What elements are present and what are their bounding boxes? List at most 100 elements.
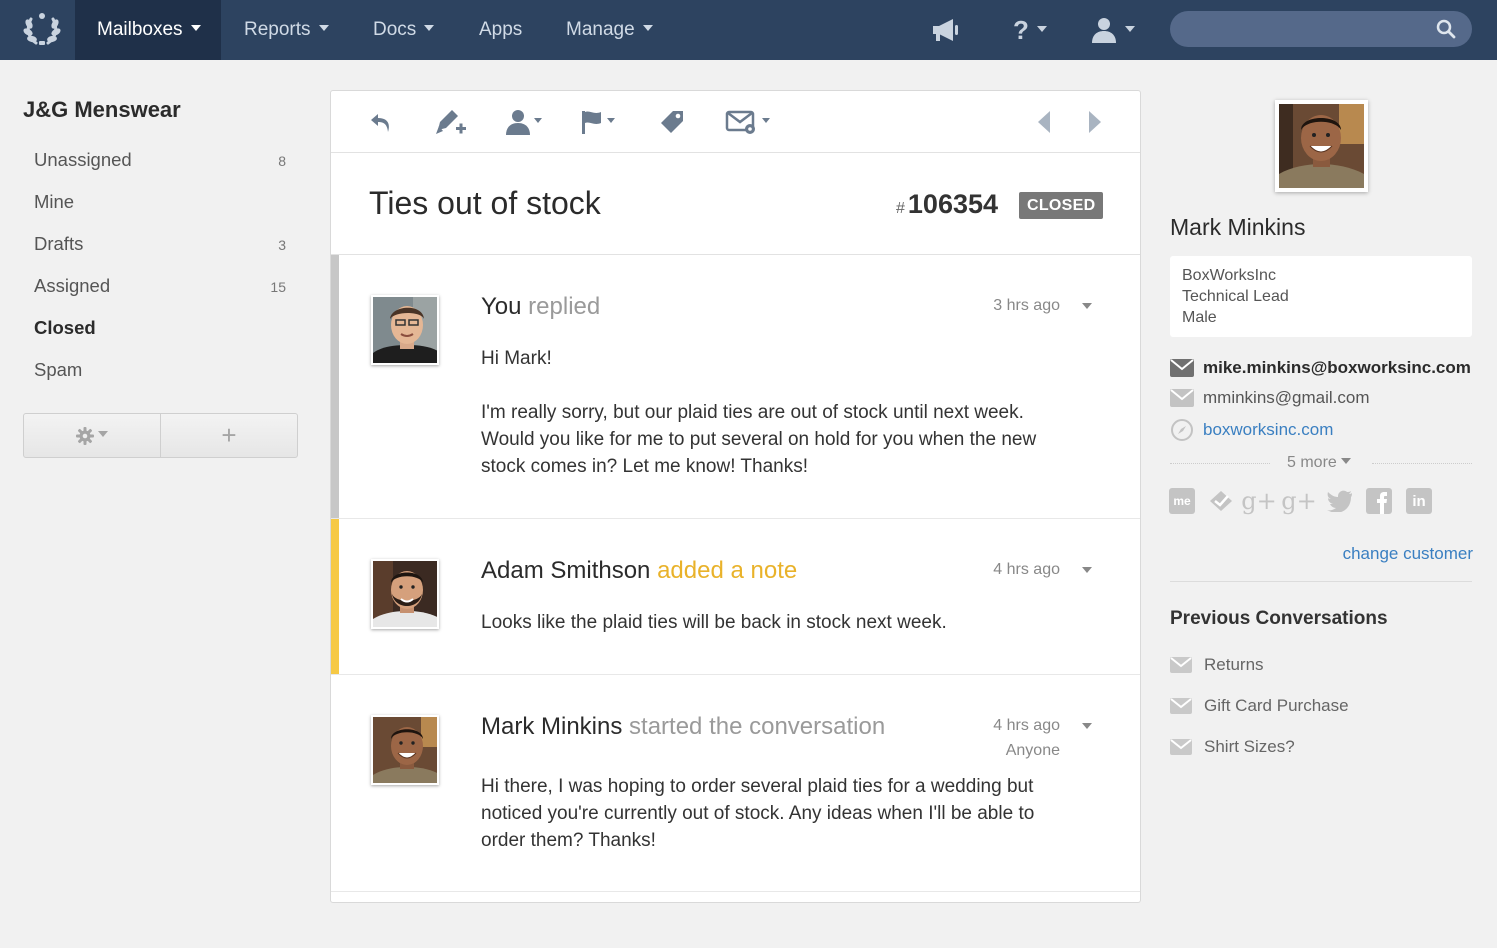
conversation-panel: Ties out of stock #106354 CLOSED You rep… bbox=[330, 90, 1141, 903]
google-plus-icon[interactable]: g+ bbox=[1241, 487, 1276, 515]
folder-count: 15 bbox=[270, 279, 286, 295]
thread-menu-caret-icon[interactable] bbox=[1082, 723, 1092, 729]
mailbox-settings-button[interactable] bbox=[24, 414, 161, 457]
nav-docs-label: Docs bbox=[373, 19, 417, 40]
flag-button[interactable] bbox=[580, 108, 615, 136]
folder-assigned[interactable]: Assigned 15 bbox=[34, 275, 289, 297]
search-box[interactable] bbox=[1170, 11, 1472, 47]
thread-menu-caret-icon[interactable] bbox=[1082, 303, 1092, 309]
facebook-icon[interactable] bbox=[1366, 488, 1392, 514]
previous-conversation-button[interactable] bbox=[1034, 108, 1054, 136]
chevron-down-icon bbox=[534, 118, 542, 123]
next-conversation-button[interactable] bbox=[1085, 108, 1105, 136]
tag-button[interactable] bbox=[659, 108, 685, 136]
google-plus-alt-label: g+ bbox=[1281, 487, 1317, 515]
customer-title: Technical Lead bbox=[1182, 288, 1289, 305]
aboutme-label: me bbox=[1173, 494, 1191, 508]
user-menu[interactable] bbox=[1091, 0, 1135, 60]
status-badge[interactable]: CLOSED bbox=[1019, 192, 1104, 219]
chevron-down-icon bbox=[424, 25, 435, 32]
thread-action: added a note bbox=[657, 557, 798, 584]
folder-label: Mine bbox=[34, 191, 75, 212]
nav-manage[interactable]: Manage bbox=[566, 0, 653, 60]
thread-author-line: You replied bbox=[481, 293, 600, 321]
nav-reports[interactable]: Reports bbox=[244, 0, 329, 60]
thread-time: 4 hrs ago Anyone bbox=[993, 717, 1060, 760]
customer-avatar[interactable] bbox=[1275, 100, 1368, 192]
message-paragraph: I'm really sorry, but our plaid ties are… bbox=[481, 402, 1037, 477]
megaphone-icon[interactable] bbox=[931, 0, 961, 60]
help-icon: ? bbox=[1013, 14, 1029, 45]
add-note-button[interactable] bbox=[434, 108, 466, 136]
more-profiles-button[interactable]: 5 more bbox=[1287, 454, 1351, 472]
nav-docs[interactable]: Docs bbox=[373, 0, 435, 60]
envelope-icon bbox=[1170, 389, 1194, 407]
avatar bbox=[371, 715, 439, 785]
customer-name[interactable]: Mark Minkins bbox=[1170, 214, 1305, 241]
customer-details-card: BoxWorksInc Technical Lead Male bbox=[1170, 256, 1472, 337]
reply-button[interactable] bbox=[369, 108, 393, 136]
linkedin-icon[interactable]: in bbox=[1406, 488, 1432, 514]
search-icon[interactable] bbox=[1436, 19, 1456, 39]
primary-email-row[interactable]: mike.minkins@boxworksinc.com bbox=[1170, 358, 1471, 378]
dotted-divider bbox=[1170, 463, 1270, 464]
thread-time-value: 4 hrs ago bbox=[993, 717, 1060, 734]
previous-conversation-item[interactable]: Gift Card Purchase bbox=[1170, 696, 1349, 716]
previous-conversation-item[interactable]: Shirt Sizes? bbox=[1170, 737, 1295, 757]
laurel-logo-icon[interactable] bbox=[22, 10, 62, 50]
change-customer-link[interactable]: change customer bbox=[1300, 544, 1473, 564]
envelope-icon bbox=[1170, 698, 1192, 714]
folder-spam[interactable]: Spam bbox=[34, 359, 289, 381]
more-profiles-row: 5 more bbox=[1170, 454, 1472, 474]
assign-button[interactable] bbox=[505, 108, 542, 136]
folder-closed[interactable]: Closed bbox=[34, 317, 289, 339]
nav-apps-label: Apps bbox=[479, 19, 523, 40]
secondary-email-row[interactable]: mminkins@gmail.com bbox=[1170, 388, 1370, 408]
thread-indicator-bar bbox=[331, 255, 339, 518]
thread-menu-caret-icon[interactable] bbox=[1082, 567, 1092, 573]
chevron-down-icon bbox=[607, 118, 615, 123]
folder-label: Closed bbox=[34, 317, 96, 338]
compass-icon bbox=[1171, 419, 1193, 441]
customer-gender: Male bbox=[1182, 309, 1217, 326]
plus-icon: + bbox=[221, 420, 237, 450]
email-settings-button[interactable] bbox=[725, 108, 770, 136]
primary-email: mike.minkins@boxworksinc.com bbox=[1203, 358, 1471, 377]
google-plus-label: g+ bbox=[1241, 487, 1277, 515]
customer-company: BoxWorksInc bbox=[1182, 267, 1276, 284]
avatar bbox=[371, 559, 439, 629]
folder-unassigned[interactable]: Unassigned 8 bbox=[34, 149, 289, 171]
klout-icon[interactable] bbox=[1208, 488, 1234, 514]
thread-body: Hi Mark! I'm really sorry, but our plaid… bbox=[481, 345, 1071, 480]
aboutme-icon[interactable]: me bbox=[1169, 488, 1195, 514]
ticket-number: #106354 bbox=[896, 189, 998, 220]
user-icon bbox=[1092, 18, 1116, 43]
previous-conversation-label: Gift Card Purchase bbox=[1204, 696, 1349, 715]
chevron-down-icon bbox=[1340, 458, 1351, 465]
help-menu[interactable]: ? bbox=[1013, 0, 1047, 60]
flag-icon bbox=[582, 111, 601, 134]
search-input[interactable] bbox=[1170, 11, 1472, 47]
website-link: boxworksinc.com bbox=[1203, 420, 1334, 439]
folder-drafts[interactable]: Drafts 3 bbox=[34, 233, 289, 255]
add-mailbox-button[interactable]: + bbox=[161, 414, 297, 457]
twitter-icon[interactable] bbox=[1327, 488, 1353, 514]
folder-label: Drafts bbox=[34, 233, 84, 254]
thread-author-line: Mark Minkins started the conversation bbox=[481, 713, 885, 741]
nav-apps[interactable]: Apps bbox=[479, 0, 522, 60]
nav-mailboxes[interactable]: Mailboxes bbox=[75, 0, 221, 60]
envelope-icon bbox=[1170, 739, 1192, 755]
sidebar-divider bbox=[1170, 581, 1472, 582]
message-paragraph: Looks like the plaid ties will be back i… bbox=[481, 612, 947, 633]
website-row[interactable]: boxworksinc.com bbox=[1170, 418, 1333, 442]
nav-reports-label: Reports bbox=[244, 19, 311, 40]
previous-conversation-item[interactable]: Returns bbox=[1170, 655, 1264, 675]
tag-icon bbox=[661, 111, 683, 133]
thread-time: 3 hrs ago bbox=[993, 297, 1060, 314]
note-icon bbox=[436, 110, 466, 134]
thread-item-customer: Mark Minkins started the conversation 4 … bbox=[331, 675, 1140, 892]
thread-action: replied bbox=[528, 293, 601, 320]
top-navigation-bar: Mailboxes Reports Docs Apps Manage ? bbox=[0, 0, 1497, 60]
folder-mine[interactable]: Mine bbox=[34, 191, 289, 213]
google-plus-alt-icon[interactable]: g+ bbox=[1281, 487, 1316, 515]
